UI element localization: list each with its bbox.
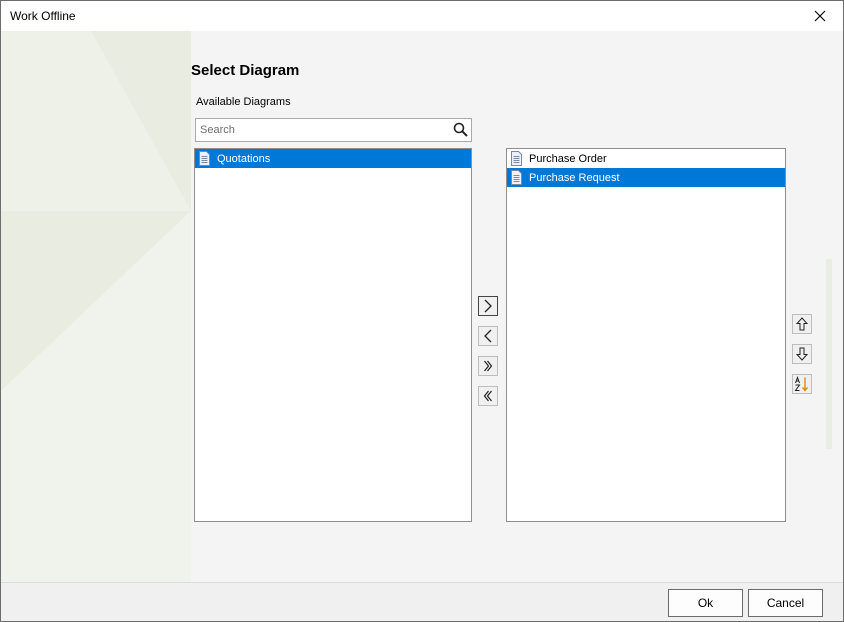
document-icon <box>511 170 522 185</box>
double-chevron-right-icon <box>484 360 493 372</box>
ok-button[interactable]: Ok <box>668 589 743 617</box>
move-left-button[interactable] <box>478 326 498 346</box>
dialog-body: Select Diagram Available Diagrams Quotat… <box>1 31 843 582</box>
cancel-button[interactable]: Cancel <box>748 589 823 617</box>
list-item-label: Quotations <box>217 152 271 165</box>
chevron-right-icon <box>484 299 492 313</box>
title-bar: Work Offline <box>1 1 843 31</box>
search-icon[interactable] <box>453 122 468 137</box>
move-all-left-button[interactable] <box>478 386 498 406</box>
dialog-footer: Ok Cancel <box>1 582 843 621</box>
move-all-right-button[interactable] <box>478 356 498 376</box>
move-right-button[interactable] <box>478 296 498 316</box>
list-item-quotations[interactable]: Quotations <box>195 149 471 168</box>
list-item-label: Purchase Request <box>529 171 620 184</box>
arrow-up-icon <box>796 317 808 331</box>
close-button[interactable] <box>797 1 843 31</box>
search-input[interactable] <box>196 119 445 141</box>
move-down-button[interactable] <box>792 344 812 364</box>
document-icon <box>199 151 210 166</box>
double-chevron-left-icon <box>483 390 492 402</box>
selected-diagrams-list[interactable]: Purchase Order Purchase Request <box>506 148 786 522</box>
close-icon <box>814 10 826 22</box>
arrow-down-icon <box>796 347 808 361</box>
work-offline-dialog: Work Offline Select Diagram Available Di… <box>0 0 844 622</box>
search-box <box>195 118 472 142</box>
list-item-label: Purchase Order <box>529 152 607 165</box>
available-diagrams-list[interactable]: Quotations <box>194 148 472 522</box>
window-title: Work Offline <box>10 9 76 23</box>
chevron-left-icon <box>484 329 492 343</box>
move-up-button[interactable] <box>792 314 812 334</box>
list-item-purchase-request[interactable]: Purchase Request <box>507 168 785 187</box>
sort-az-icon <box>794 376 809 392</box>
document-icon <box>511 151 522 166</box>
page-title: Select Diagram <box>191 62 300 79</box>
available-diagrams-label: Available Diagrams <box>196 96 291 108</box>
sort-alphabetical-button[interactable] <box>792 374 812 394</box>
list-item-purchase-order[interactable]: Purchase Order <box>507 149 785 168</box>
